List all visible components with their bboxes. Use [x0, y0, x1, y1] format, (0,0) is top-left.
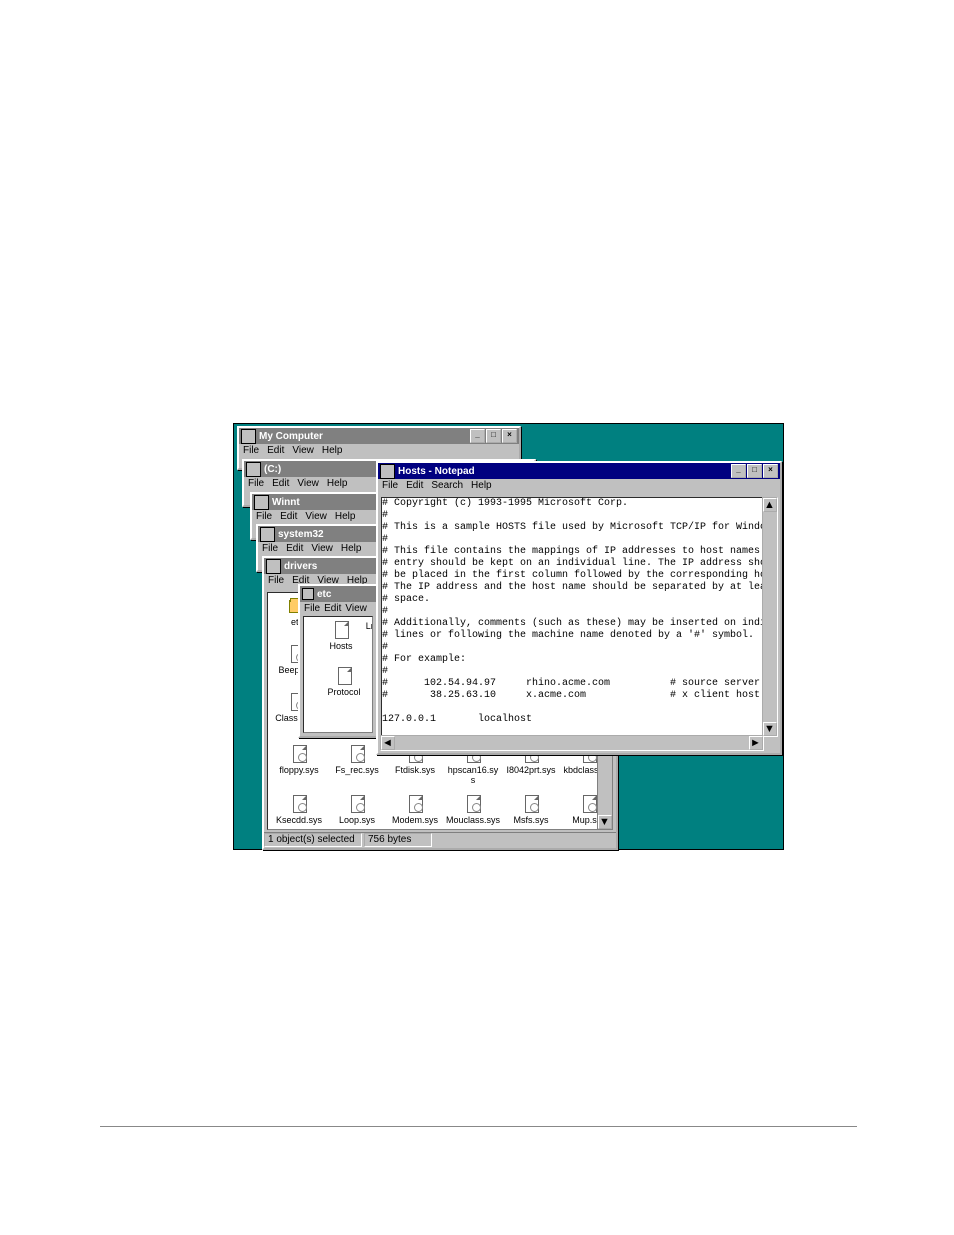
system-menu-icon[interactable]: [241, 429, 256, 444]
menu-file[interactable]: File: [256, 511, 272, 522]
status-bytes: 756 bytes: [364, 833, 432, 847]
menu-help[interactable]: Help: [322, 445, 343, 456]
file-label: Hosts: [324, 641, 358, 651]
notepad-icon[interactable]: [380, 464, 395, 479]
file-label: Fs_rec.sys: [330, 765, 384, 775]
file-item[interactable]: Ksecdd.sys: [272, 795, 326, 825]
etc-client-area[interactable]: Hosts Lm Protocol: [303, 616, 373, 733]
menu-view[interactable]: View: [305, 511, 327, 522]
file-item[interactable]: Lm: [362, 621, 373, 631]
window-notepad[interactable]: Hosts - Notepad _ □ × File Edit Search H…: [376, 461, 782, 755]
minimize-button[interactable]: _: [470, 429, 485, 443]
menu-file[interactable]: File: [248, 478, 264, 489]
menu-view[interactable]: View: [345, 603, 367, 614]
file-item[interactable]: Hosts: [324, 621, 358, 651]
menu-view[interactable]: View: [297, 478, 319, 489]
file-item[interactable]: Mouclass.sys: [446, 795, 500, 825]
menu-file[interactable]: File: [382, 480, 398, 491]
file-label: Lm: [362, 621, 373, 631]
menu-file[interactable]: File: [268, 575, 284, 586]
file-label: Msfs.sys: [504, 815, 558, 825]
file-label: hpscan16.sys: [446, 765, 500, 785]
drive-icon[interactable]: [246, 462, 261, 477]
menu-edit[interactable]: Edit: [286, 543, 303, 554]
file-item[interactable]: Modem.sys: [388, 795, 442, 825]
file-label: Mouclass.sys: [446, 815, 500, 825]
menu-file[interactable]: File: [243, 445, 259, 456]
window-etc[interactable]: etc File Edit View Hosts Lm Protocol: [298, 584, 378, 738]
notepad-text-area[interactable]: # Copyright (c) 1993-1995 Microsoft Corp…: [381, 497, 763, 736]
file-label: Modem.sys: [388, 815, 442, 825]
menu-edit[interactable]: Edit: [406, 480, 423, 491]
screenshot-desktop: My Computer _ □ × File Edit View Help (C…: [233, 423, 784, 850]
menu-view[interactable]: View: [292, 445, 314, 456]
menubar-notepad[interactable]: File Edit Search Help: [378, 479, 780, 492]
scrollbar-vertical[interactable]: ▲ ▼: [762, 497, 778, 737]
titlebar-etc[interactable]: etc: [300, 586, 376, 602]
titlebar-notepad[interactable]: Hosts - Notepad _ □ ×: [378, 463, 780, 479]
minimize-button[interactable]: _: [731, 464, 746, 478]
file-item[interactable]: Protocol: [324, 667, 364, 697]
folder-icon[interactable]: [260, 527, 275, 542]
file-item[interactable]: Msfs.sys: [504, 795, 558, 825]
scrollbar-horizontal[interactable]: ◄ ►: [380, 735, 764, 751]
file-item[interactable]: floppy.sys: [272, 745, 326, 785]
titlebar-mycomputer[interactable]: My Computer _ □ ×: [239, 428, 519, 444]
file-label: Protocol: [324, 687, 364, 697]
menu-file[interactable]: File: [262, 543, 278, 554]
maximize-button[interactable]: □: [747, 464, 762, 478]
menu-edit[interactable]: Edit: [272, 478, 289, 489]
menubar-etc[interactable]: File Edit View: [300, 602, 376, 615]
close-button[interactable]: ×: [763, 464, 778, 478]
status-selected: 1 object(s) selected: [264, 833, 362, 847]
title-text: My Computer: [259, 431, 469, 442]
file-label: floppy.sys: [272, 765, 326, 775]
menubar-mycomputer[interactable]: File Edit View Help: [239, 444, 519, 457]
folder-icon[interactable]: [254, 495, 269, 510]
file-label: Loop.sys: [330, 815, 384, 825]
folder-icon[interactable]: [266, 559, 281, 574]
file-label: Ftdisk.sys: [388, 765, 442, 775]
file-label: I8042prt.sys: [504, 765, 558, 775]
menu-help[interactable]: Help: [327, 478, 348, 489]
folder-icon[interactable]: [302, 588, 314, 600]
close-button[interactable]: ×: [502, 429, 517, 443]
menu-edit[interactable]: Edit: [324, 603, 341, 614]
menu-edit[interactable]: Edit: [267, 445, 284, 456]
menu-help[interactable]: Help: [341, 543, 362, 554]
statusbar-drivers: 1 object(s) selected 756 bytes: [264, 832, 616, 848]
menu-file[interactable]: File: [304, 603, 320, 614]
menu-view[interactable]: View: [311, 543, 333, 554]
file-item[interactable]: Loop.sys: [330, 795, 384, 825]
menu-help[interactable]: Help: [471, 480, 492, 491]
menu-search[interactable]: Search: [431, 480, 463, 491]
menu-edit[interactable]: Edit: [280, 511, 297, 522]
menu-help[interactable]: Help: [335, 511, 356, 522]
title-text: Hosts - Notepad: [398, 466, 730, 477]
title-text: etc: [317, 589, 374, 600]
maximize-button[interactable]: □: [486, 429, 501, 443]
file-label: Ksecdd.sys: [272, 815, 326, 825]
